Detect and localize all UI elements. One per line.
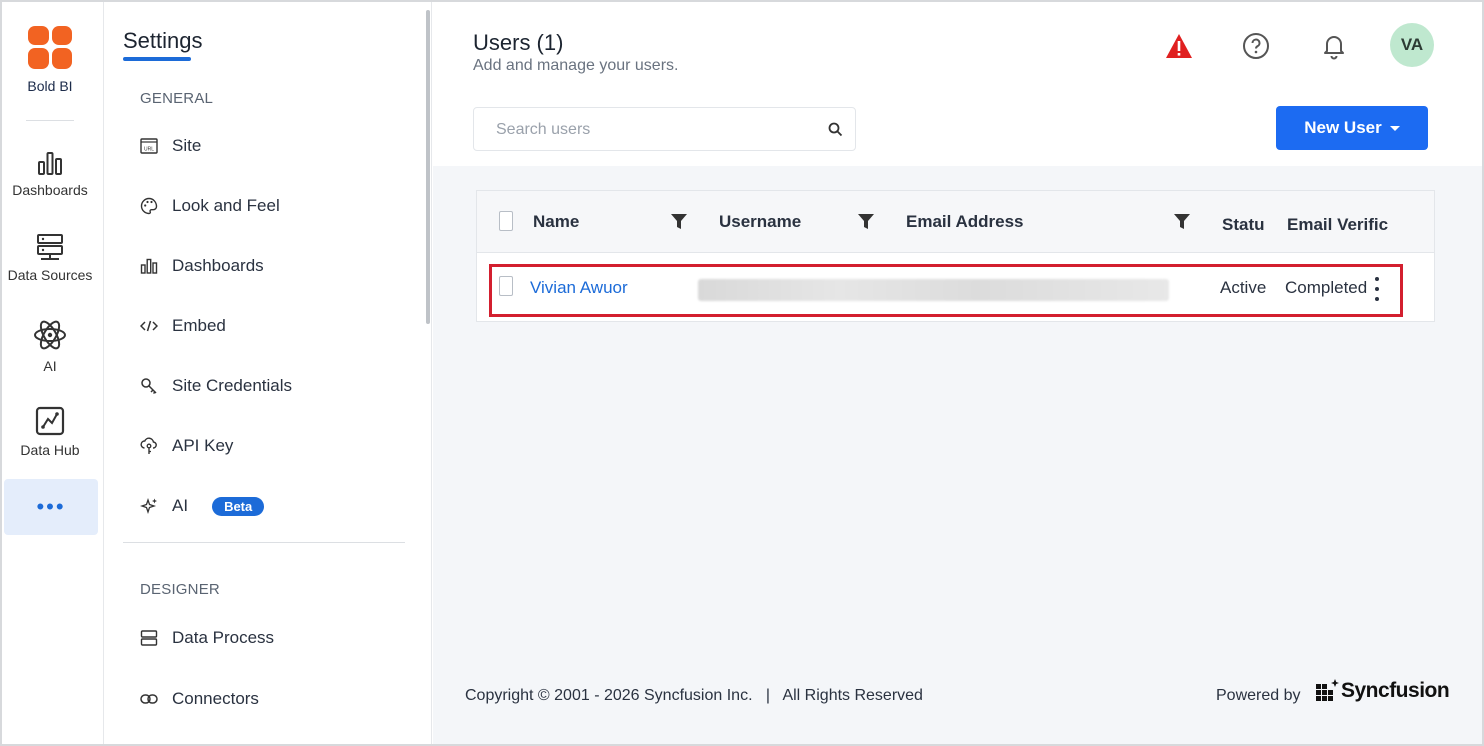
settings-title: Settings: [123, 28, 203, 53]
rail-item-dashboards[interactable]: Dashboards: [2, 150, 98, 198]
link-icon: [140, 690, 158, 708]
settings-item-label: Embed: [172, 316, 226, 335]
table-header: Name Username Email Address Statu Email …: [477, 191, 1434, 253]
search-box: [473, 107, 856, 151]
settings-title-underline: [123, 57, 191, 61]
column-header-email-verification[interactable]: Email Verific: [1287, 215, 1397, 235]
powered-by-label: Powered by: [1216, 687, 1301, 704]
column-header-name[interactable]: Name: [533, 212, 579, 232]
filter-icon[interactable]: [857, 213, 875, 235]
settings-item-data-process[interactable]: Data Process: [140, 624, 400, 652]
settings-item-label: Dashboards: [172, 256, 264, 275]
chart-box-icon: [35, 406, 65, 436]
filter-icon[interactable]: [1173, 213, 1191, 235]
rail-divider: [26, 120, 74, 121]
search-icon[interactable]: [828, 122, 843, 142]
bar-chart-icon: [140, 257, 158, 275]
settings-item-look-and-feel[interactable]: Look and Feel: [140, 192, 400, 220]
cloud-key-icon: [140, 437, 158, 455]
settings-item-api-key[interactable]: API Key: [140, 432, 400, 460]
atom-icon: [34, 320, 66, 350]
settings-item-label: Look and Feel: [172, 196, 280, 215]
rail-item-data-sources[interactable]: Data Sources: [2, 233, 98, 283]
column-header-status[interactable]: Statu: [1222, 215, 1266, 235]
new-user-button[interactable]: New User: [1276, 106, 1428, 150]
code-icon: [140, 317, 158, 335]
search-input[interactable]: [484, 118, 814, 142]
chevron-down-icon: [1389, 125, 1400, 131]
help-icon[interactable]: [1240, 30, 1272, 62]
warning-icon[interactable]: [1163, 30, 1195, 62]
bold-bi-logo-icon[interactable]: [26, 24, 74, 72]
rail-item-data-hub[interactable]: Data Hub: [2, 406, 98, 458]
page-header: Users (1) Add and manage your users. VA …: [433, 2, 1482, 166]
settings-item-label: Site Credentials: [172, 376, 293, 395]
new-user-label: New User: [1304, 118, 1382, 137]
rail-item-label: Data Hub: [20, 442, 80, 458]
row-highlight-box: [489, 264, 1403, 317]
select-all-checkbox[interactable]: [499, 211, 513, 231]
settings-item-embed[interactable]: Embed: [140, 312, 400, 340]
more-menu-button[interactable]: •••: [4, 479, 98, 535]
filter-icon[interactable]: [670, 213, 688, 235]
settings-item-label: Site: [172, 136, 202, 155]
main-content: Users (1) Add and manage your users. VA …: [433, 2, 1482, 744]
settings-panel: Settings GENERAL URL Site Look and Feel …: [106, 2, 432, 744]
settings-item-label: API Key: [172, 436, 234, 455]
syncfusion-mark-icon: [1316, 679, 1339, 701]
users-table: Name Username Email Address Statu Email …: [476, 190, 1435, 322]
page-subtitle: Add and manage your users.: [473, 57, 679, 74]
settings-item-label: Data Process: [172, 628, 275, 647]
rail-item-label: Data Sources: [7, 267, 93, 283]
server-icon: [37, 234, 63, 260]
palette-icon: [140, 197, 158, 215]
beta-badge: Beta: [212, 496, 265, 516]
url-icon: URL: [140, 137, 158, 155]
rail-item-ai[interactable]: AI: [2, 318, 98, 374]
sparkle-icon: [140, 497, 158, 515]
brand-label: Bold BI: [27, 78, 73, 94]
settings-divider: [123, 542, 405, 543]
bar-chart-icon: [38, 152, 62, 175]
rail-item-label: Dashboards: [12, 182, 88, 198]
rail-item-label: AI: [43, 358, 57, 374]
layers-icon: [140, 629, 158, 647]
settings-item-site[interactable]: URL Site: [140, 132, 400, 160]
avatar[interactable]: VA: [1390, 23, 1434, 67]
column-header-username[interactable]: Username: [719, 212, 801, 232]
svg-text:URL: URL: [144, 147, 154, 153]
key-icon: [140, 377, 158, 395]
syncfusion-wordmark: Syncfusion: [1341, 679, 1450, 702]
settings-item-connectors[interactable]: Connectors: [140, 685, 400, 713]
settings-item-label: AI: [172, 496, 189, 515]
group-label-designer: DESIGNER: [140, 581, 220, 598]
settings-item-label: Connectors: [172, 689, 259, 708]
settings-item-site-credentials[interactable]: Site Credentials: [140, 372, 400, 400]
column-header-email[interactable]: Email Address: [906, 212, 1023, 232]
settings-item-ai[interactable]: AI Beta: [140, 492, 400, 520]
group-label-general: GENERAL: [140, 90, 214, 107]
page-title: Users (1): [473, 30, 564, 55]
bell-icon[interactable]: [1318, 30, 1350, 62]
left-rail: Bold BI Dashboards Data Sources AI Data …: [2, 2, 104, 744]
syncfusion-logo[interactable]: Syncfusion: [1315, 678, 1450, 704]
settings-item-dashboards[interactable]: Dashboards: [140, 252, 400, 280]
copyright-text: Copyright © 2001 - 2026 Syncfusion Inc. …: [465, 687, 923, 704]
settings-scrollbar[interactable]: [426, 10, 430, 324]
